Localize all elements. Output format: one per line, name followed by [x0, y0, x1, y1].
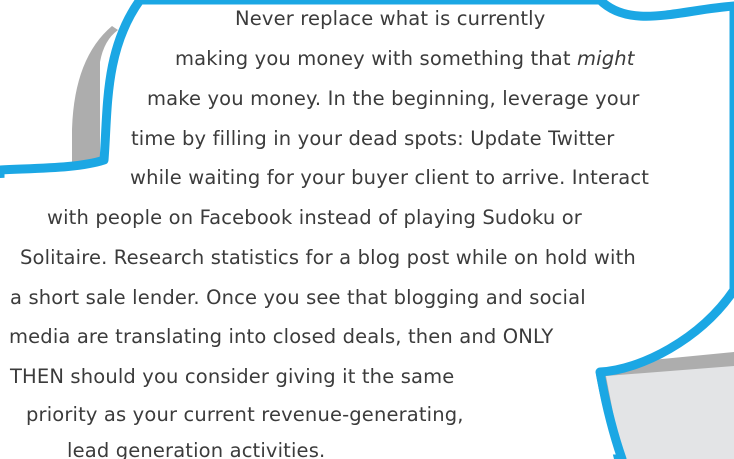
quote-line: make you money. In the beginning, levera…	[147, 87, 640, 110]
quote-text: Never replace what is currently making y…	[0, 0, 734, 459]
quote-line: while waiting for your buyer client to a…	[130, 166, 650, 189]
quote-line: media are translating into closed deals,…	[9, 325, 554, 348]
quote-line: priority as your current revenue-generat…	[26, 403, 464, 426]
emphasis-word: might	[577, 47, 635, 70]
quote-line: lead generation activities.	[67, 439, 326, 459]
quote-card: Never replace what is currently making y…	[0, 0, 734, 459]
quote-line-text: making you money with something that	[175, 47, 577, 70]
quote-line: THEN should you consider giving it the s…	[10, 365, 455, 388]
quote-line: time by filling in your dead spots: Upda…	[131, 127, 615, 150]
quote-line: Never replace what is currently	[235, 7, 546, 30]
quote-line: with people on Facebook instead of playi…	[47, 206, 582, 229]
quote-line: a short sale lender. Once you see that b…	[10, 286, 586, 309]
quote-line: making you money with something that mig…	[175, 44, 635, 75]
quote-line: Solitaire. Research statistics for a blo…	[20, 246, 636, 269]
